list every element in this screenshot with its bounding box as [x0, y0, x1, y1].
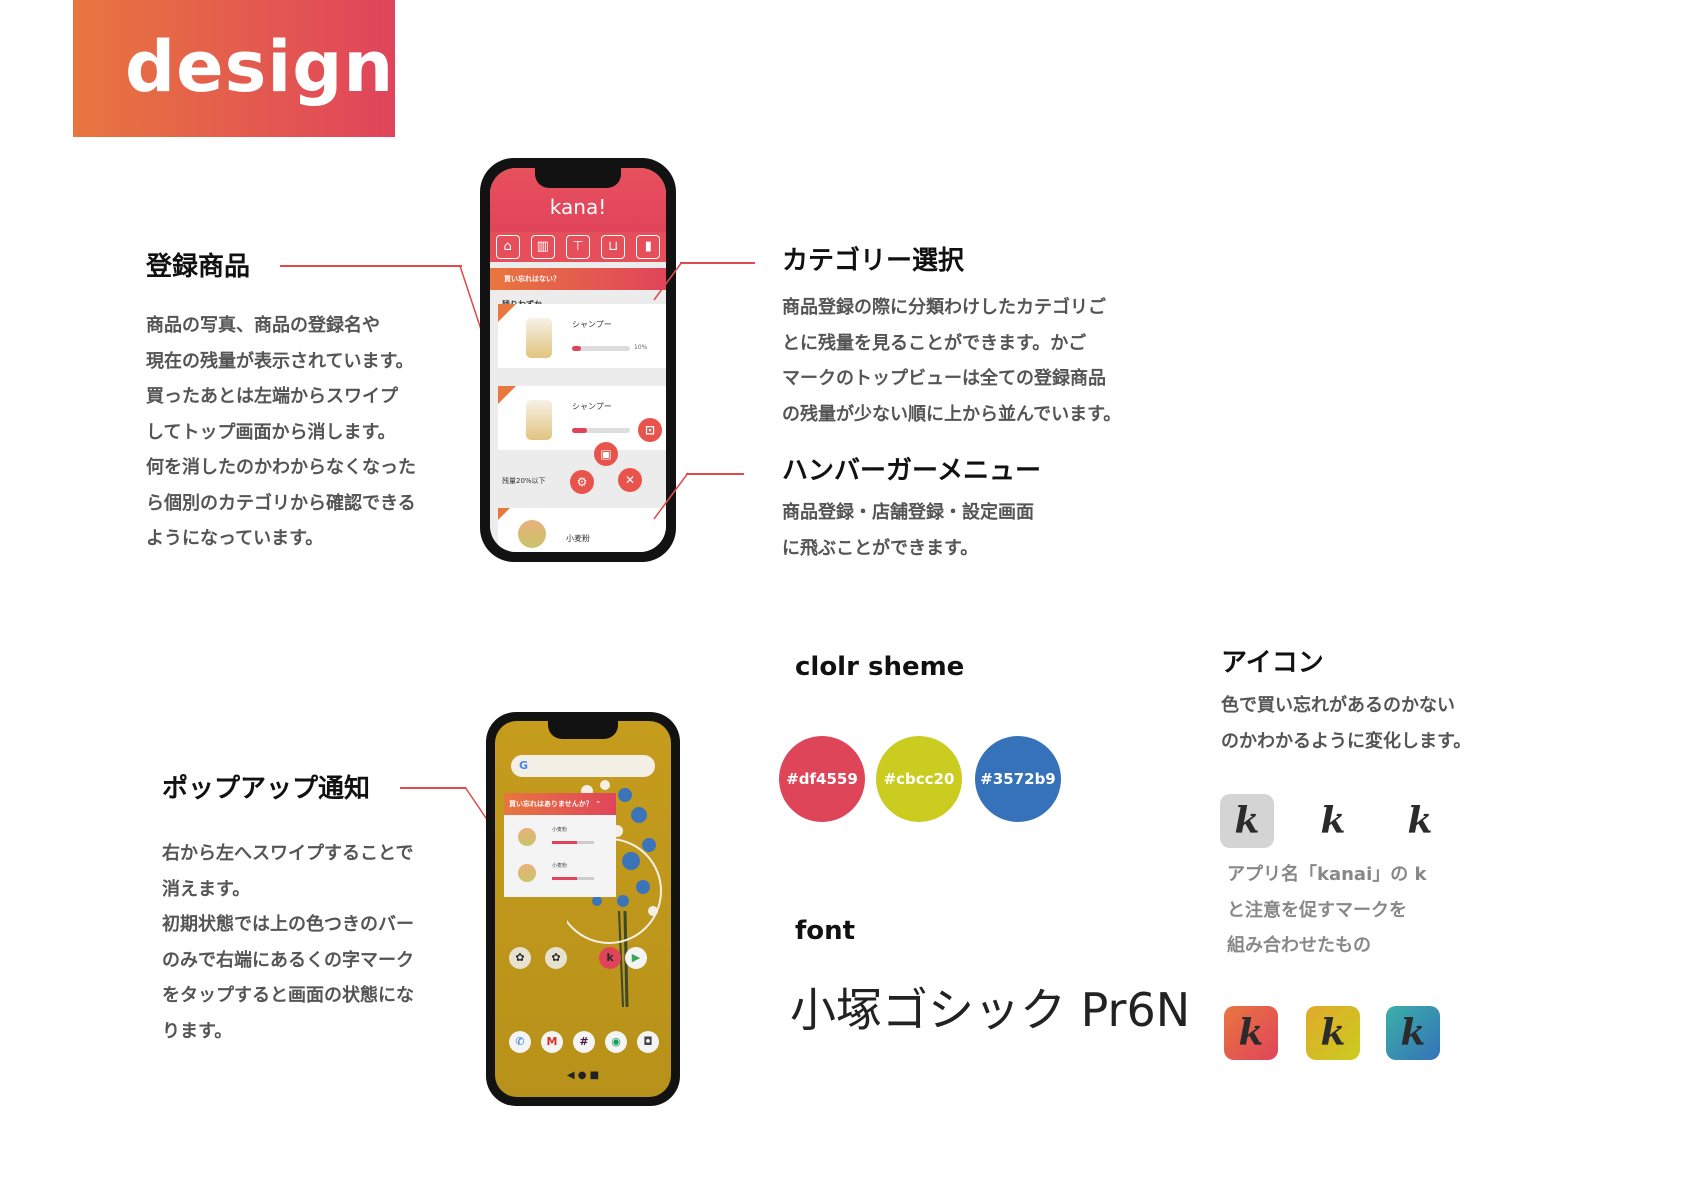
swatch-yellow: #cbcc20: [876, 736, 962, 822]
phone-app-screen: kana! ⌂ ▥ ⊤ ⊔ ▮ 買い忘れはない？ 残りわずか シャンプー 10%…: [480, 158, 676, 562]
remaining-bar: [552, 877, 594, 880]
play-store-icon[interactable]: ▶: [625, 947, 647, 969]
item-name: シャンプー: [572, 320, 612, 329]
icon-caption: アプリ名「kanai」の k と注意を促すマークを 組み合わせたもの: [1227, 864, 1427, 956]
kanai-icon-blue: k: [1386, 1006, 1440, 1060]
flour-product-image: [518, 828, 536, 846]
shampoo-product-image: [526, 318, 552, 358]
store-register-fab-icon[interactable]: ⊡: [638, 418, 662, 442]
registered-body: 商品の写真、商品の登録名や 現在の残量が表示されています。 買ったあとは左端から…: [146, 315, 416, 549]
close-menu-icon[interactable]: ✕: [618, 468, 642, 492]
flour-product-image: [518, 864, 536, 882]
kanai-app-icon[interactable]: k: [599, 947, 621, 969]
list-item[interactable]: シャンプー 10%: [498, 304, 666, 368]
popup-heading: ポップアップ通知: [162, 774, 371, 804]
notification-bar[interactable]: 買い忘れはありませんか？ ⌃: [504, 793, 616, 815]
callout-line-hamburger: [686, 473, 744, 475]
section-20-label: 残量20%以下: [502, 477, 546, 485]
phone-notch: [548, 721, 618, 739]
camera-icon[interactable]: ◘: [637, 1031, 659, 1053]
design-banner: design: [73, 0, 395, 137]
remaining-bar: [572, 346, 630, 351]
callout-line-category: [680, 262, 755, 264]
banner-title: design: [125, 26, 395, 108]
list-item[interactable]: 小麦粉: [512, 823, 612, 853]
chrome-icon[interactable]: ◉: [605, 1031, 627, 1053]
kanai-icon-grey: k: [1220, 794, 1274, 848]
callout-diagonal-hamburger: [653, 472, 689, 520]
list-item[interactable]: 小麦粉: [512, 859, 612, 889]
phone-home-screen: G 買い忘れはありませんか？ ⌃ 小麦粉 小麦粉 ✿ ✿ k ▶ ✆ M # ◉…: [486, 712, 680, 1106]
hamburger-body: 商品登録・店舗登録・設定画面 に飛ぶことができます。: [782, 502, 1034, 559]
gmail-icon[interactable]: M: [541, 1031, 563, 1053]
reminder-text: 買い忘れはない？: [504, 275, 560, 283]
product-register-fab-icon[interactable]: ▣: [594, 442, 618, 466]
category-tabs: ⌂ ▥ ⊤ ⊔ ▮: [490, 232, 666, 262]
kanai-icon-outline-alt: k: [1407, 800, 1433, 842]
fridge-icon[interactable]: ▥: [530, 235, 555, 259]
item-name: 小麦粉: [552, 863, 568, 869]
faucet-icon[interactable]: ⊤: [565, 235, 590, 259]
swipe-corner-marker: [498, 304, 516, 322]
list-item[interactable]: シャンプー: [498, 386, 666, 450]
app-logo: kana!: [549, 195, 607, 219]
flour-product-image: [518, 520, 546, 548]
category-body: 商品登録の際に分類わけしたカテゴリご とに残量を見ることができます。かご マーク…: [782, 297, 1122, 425]
navigation-bar[interactable]: ◀ ● ■: [495, 1069, 671, 1083]
category-heading: カテゴリー選択: [782, 246, 965, 276]
dock: ✆ M # ◉ ◘: [509, 1031, 659, 1053]
basket-icon[interactable]: ⌂: [495, 235, 520, 259]
remaining-bar: [552, 841, 594, 844]
home-screen: G 買い忘れはありませんか？ ⌃ 小麦粉 小麦粉 ✿ ✿ k ▶ ✆ M # ◉…: [495, 721, 671, 1097]
kanai-icon-yellow: k: [1306, 1006, 1360, 1060]
icon-heading: アイコン: [1221, 648, 1324, 678]
bottle-icon[interactable]: ▮: [636, 235, 661, 259]
callout-line-registered: [280, 265, 462, 267]
swatch-red: #df4559: [779, 736, 865, 822]
color-scheme-heading: clolr sheme: [795, 652, 965, 682]
swipe-corner-marker: [498, 386, 516, 404]
slack-icon[interactable]: #: [573, 1031, 595, 1053]
item-name: 小麦粉: [552, 827, 568, 833]
callout-line-popup: [400, 787, 466, 789]
font-sample: 小塚ゴシック Pr6N: [790, 983, 1191, 1037]
settings-fab-icon[interactable]: ⚙: [570, 470, 594, 494]
swatch-blue: #3572b9: [975, 736, 1061, 822]
app-screen: kana! ⌂ ▥ ⊤ ⊔ ▮ 買い忘れはない？ 残りわずか シャンプー 10%…: [490, 168, 666, 552]
shampoo-product-image: [526, 400, 552, 440]
bath-icon[interactable]: ⊔: [601, 235, 626, 259]
home-app-row: ✿ ✿: [509, 947, 567, 969]
registered-heading: 登録商品: [146, 252, 251, 282]
reminder-bar[interactable]: 買い忘れはない？: [490, 268, 666, 290]
app-icon[interactable]: ✿: [545, 947, 567, 969]
kanai-icon-outline: k: [1320, 800, 1346, 842]
swipe-corner-marker: [498, 508, 510, 520]
app-icon[interactable]: ✿: [509, 947, 531, 969]
callout-diagonal-category: [653, 261, 683, 301]
list-item[interactable]: 小麦粉: [498, 508, 666, 552]
kanai-icon-red: k: [1224, 1006, 1278, 1060]
popup-notification[interactable]: 買い忘れはありませんか？ ⌃ 小麦粉 小麦粉: [504, 793, 616, 897]
popup-body: 右から左へスワイプすることで 消えます。 初期状態では上の色つきのバー のみで右…: [162, 843, 414, 1042]
remaining-bar: [572, 428, 630, 433]
icon-body: 色で買い忘れがあるのかない のかわかるように変化します。: [1221, 695, 1472, 752]
font-heading: font: [795, 916, 856, 946]
remaining-bar-fill: [572, 428, 587, 433]
phone-notch: [535, 168, 621, 188]
item-name: シャンプー: [572, 402, 612, 411]
phone-icon[interactable]: ✆: [509, 1031, 531, 1053]
remaining-percent: 10%: [634, 344, 648, 351]
item-name: 小麦粉: [566, 534, 590, 543]
remaining-bar-fill: [572, 346, 582, 351]
hamburger-heading: ハンバーガーメニュー: [782, 456, 1041, 486]
